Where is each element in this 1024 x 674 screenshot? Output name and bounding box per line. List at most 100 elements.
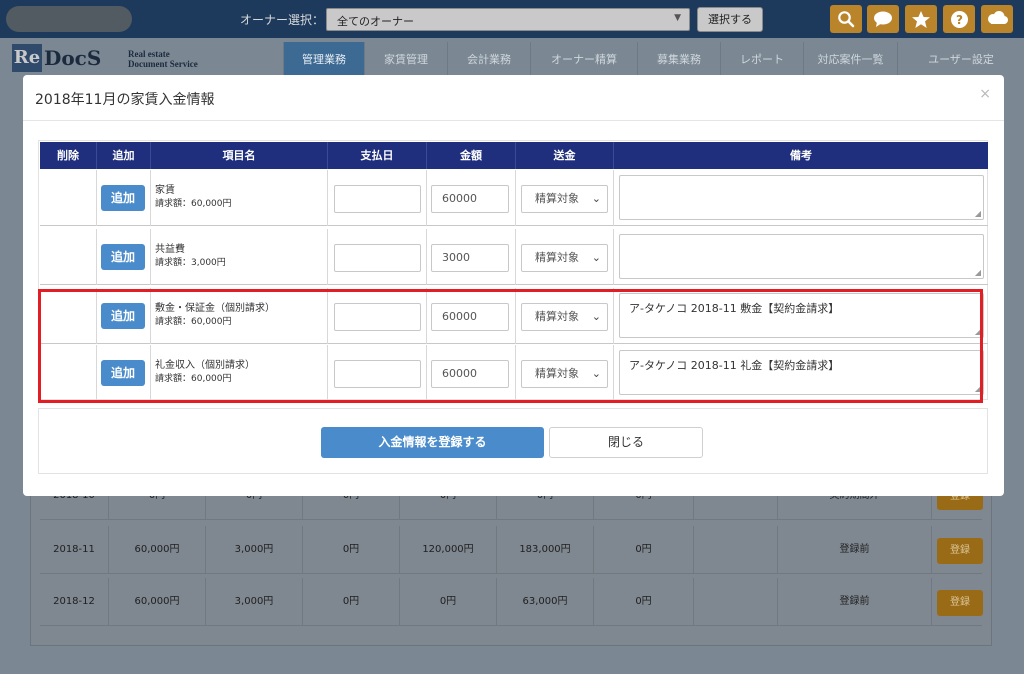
owner-select-button[interactable]: 選択する (697, 7, 763, 32)
payment-date-input[interactable] (334, 360, 421, 388)
table-cell: 0円 (399, 578, 496, 626)
amount-input[interactable]: 3000 (431, 244, 509, 272)
payment-table: 削除 追加 項目名 支払日 金額 送金 備考 追加 家賃 請求額：60,000円… (38, 140, 988, 401)
table-cell (693, 578, 777, 626)
column-divider (426, 229, 427, 285)
nav-tab-cases[interactable]: 対応案件一覧 (803, 42, 897, 78)
send-select[interactable]: 精算対象 ⌄ (521, 185, 608, 213)
nav-tab-report[interactable]: レポート (720, 42, 803, 78)
table-cell: 3,000円 (205, 526, 302, 574)
column-divider (96, 345, 97, 401)
register-payment-button[interactable]: 入金情報を登録する (321, 427, 544, 458)
payment-date-input[interactable] (334, 185, 421, 213)
register-row-button[interactable]: 登録 (937, 538, 983, 564)
owner-select[interactable]: 全てのオーナー ▼ (326, 8, 690, 31)
resize-grip-icon[interactable]: ◢ (975, 384, 981, 393)
chevron-down-icon: ⌄ (591, 367, 601, 380)
column-divider (426, 345, 427, 401)
table-cell: 0円 (593, 578, 693, 626)
column-header-add: 追加 (96, 142, 150, 169)
logo-docs: DocS (44, 46, 102, 70)
payment-row-rent: 追加 家賃 請求額：60,000円 60000 精算対象 ⌄ ◢ (40, 170, 988, 226)
send-select-value: 精算対象 (535, 367, 579, 380)
user-name-blur (6, 6, 132, 32)
payment-date-input[interactable] (334, 244, 421, 272)
table-row: 2018-11 60,000円 3,000円 0円 120,000円 183,0… (40, 526, 983, 574)
payment-date-input[interactable] (334, 303, 421, 331)
chevron-down-icon: ⌄ (591, 310, 601, 323)
chevron-down-icon: ⌄ (591, 192, 601, 205)
table-cell: 0円 (593, 526, 693, 574)
send-select[interactable]: 精算対象 ⌄ (521, 244, 608, 272)
send-select[interactable]: 精算対象 ⌄ (521, 360, 608, 388)
table-cell: 63,000円 (496, 578, 593, 626)
resize-grip-icon[interactable]: ◢ (975, 327, 981, 336)
item-name: 礼金収入（個別請求） (155, 360, 255, 371)
add-button[interactable]: 追加 (101, 185, 145, 211)
nav-tab-owner-settlement[interactable]: オーナー精算 (530, 42, 637, 78)
table-cell: 60,000円 (108, 578, 205, 626)
amount-input[interactable]: 60000 (431, 360, 509, 388)
resize-grip-icon[interactable]: ◢ (975, 209, 981, 218)
column-divider (515, 345, 516, 401)
item-name: 敷金・保証金（個別請求） (155, 303, 275, 314)
search-icon[interactable] (830, 5, 862, 33)
payment-row-deposit: 追加 敷金・保証金（個別請求） 請求額：60,000円 60000 精算対象 ⌄ … (40, 288, 988, 344)
svg-text:?: ? (956, 13, 963, 27)
column-divider (96, 288, 97, 344)
item-name: 家賃 (155, 185, 175, 196)
send-select-value: 精算対象 (535, 192, 579, 205)
nav-tab-management[interactable]: 管理業務 (283, 42, 364, 78)
column-header-delete: 削除 (57, 149, 79, 162)
cloud-icon[interactable] (981, 5, 1013, 33)
close-button[interactable]: 閉じる (549, 427, 703, 458)
column-header-item: 項目名 (150, 142, 327, 169)
resize-grip-icon[interactable]: ◢ (975, 268, 981, 277)
send-select[interactable]: 精算対象 ⌄ (521, 303, 608, 331)
nav-tab-accounting[interactable]: 会計業務 (447, 42, 530, 78)
payment-row-key-money: 追加 礼金収入（個別請求） 請求額：60,000円 60000 精算対象 ⌄ ア-… (40, 345, 988, 401)
column-divider (150, 229, 151, 285)
register-row-button[interactable]: 登録 (937, 590, 983, 616)
note-textarea[interactable]: ◢ (619, 234, 984, 279)
column-divider (613, 345, 614, 401)
add-button[interactable]: 追加 (101, 244, 145, 270)
logo-subtitle-1: Real estate (128, 49, 170, 59)
column-divider (327, 345, 328, 401)
nav-tab-user-settings[interactable]: ユーザー設定 (897, 42, 1024, 78)
amount-input[interactable]: 60000 (431, 185, 509, 213)
star-icon[interactable] (905, 5, 937, 33)
nav-tab-rent[interactable]: 家賃管理 (364, 42, 447, 78)
billed-amount: 請求額：60,000円 (155, 374, 232, 384)
note-textarea[interactable]: ア-タケノコ 2018-11 敷金【契約金請求】 ◢ (619, 293, 984, 338)
table-header: 削除 追加 項目名 支払日 金額 送金 備考 (40, 142, 988, 169)
table-cell-month: 2018-11 (53, 544, 95, 555)
amount-input[interactable]: 60000 (431, 303, 509, 331)
column-divider (426, 288, 427, 344)
note-textarea[interactable]: ◢ (619, 175, 984, 220)
add-button[interactable]: 追加 (101, 360, 145, 386)
column-divider (150, 345, 151, 401)
note-text: ア-タケノコ 2018-11 敷金【契約金請求】 (629, 302, 840, 315)
column-divider (96, 170, 97, 226)
table-cell-status: 登録前 (777, 526, 931, 574)
table-cell: 120,000円 (399, 526, 496, 574)
logo-subtitle-2: Document Service (128, 59, 198, 69)
main-navigation: Re DocS Real estate Document Service 管理業… (0, 38, 1024, 78)
chat-icon[interactable] (867, 5, 899, 33)
column-divider (150, 288, 151, 344)
column-divider (150, 170, 151, 226)
billed-amount: 請求額：60,000円 (155, 317, 232, 327)
table-cell-month: 2018-12 (53, 596, 95, 607)
add-button[interactable]: 追加 (101, 303, 145, 329)
nav-tab-recruitment[interactable]: 募集業務 (637, 42, 720, 78)
payment-modal: 2018年11月の家賃入金情報 × 削除 追加 項目名 支払日 金額 送金 備考… (23, 75, 1004, 496)
item-name: 共益費 (155, 244, 185, 255)
help-icon[interactable]: ? (943, 5, 975, 33)
note-textarea[interactable]: ア-タケノコ 2018-11 礼金【契約金請求】 ◢ (619, 350, 984, 395)
owner-select-label: オーナー選択： (240, 13, 325, 27)
column-divider (515, 170, 516, 226)
close-icon[interactable]: × (979, 86, 991, 102)
column-divider (96, 229, 97, 285)
modal-footer: 入金情報を登録する 閉じる (38, 408, 988, 474)
